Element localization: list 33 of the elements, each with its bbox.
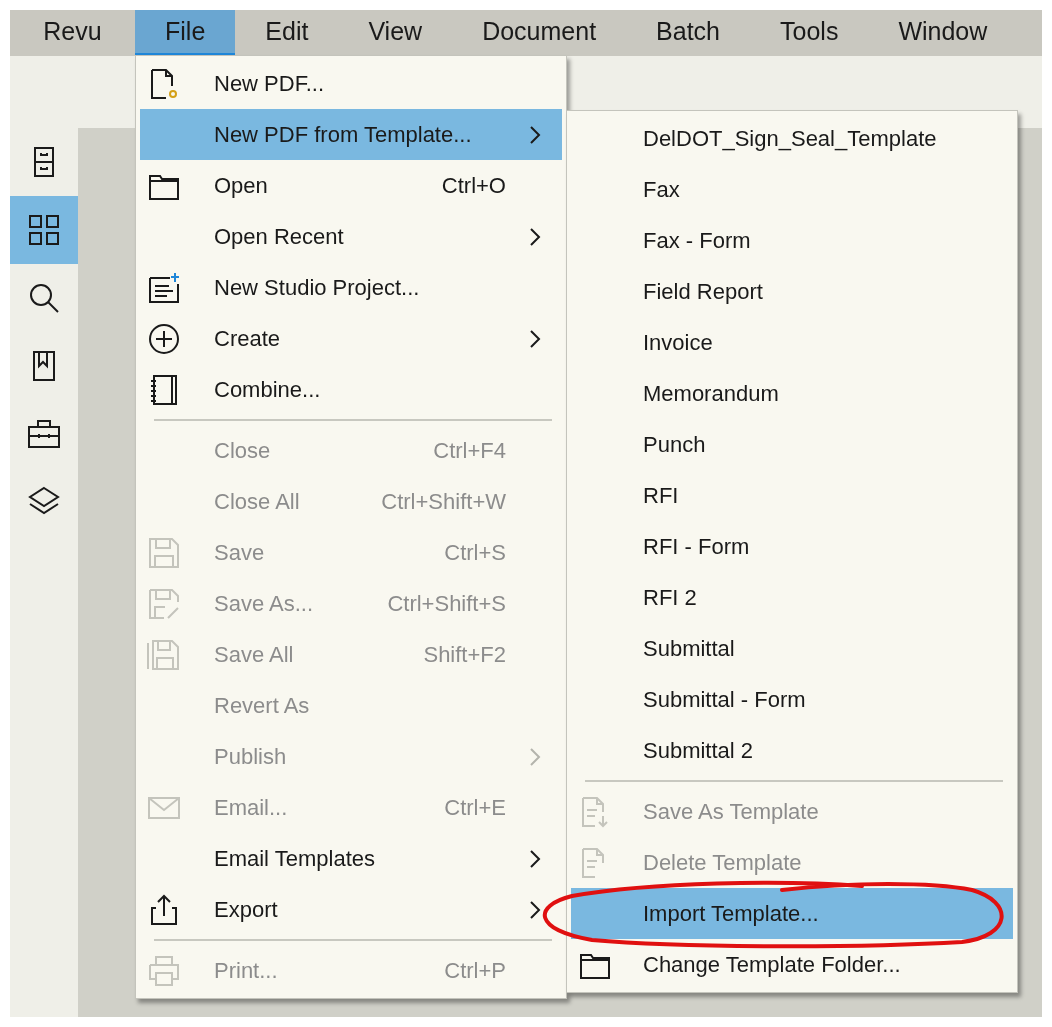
menu-item[interactable]: Submittal <box>571 623 1013 674</box>
menu-item[interactable]: Import Template... <box>571 888 1013 939</box>
menu-bar-item[interactable]: Document <box>452 10 627 56</box>
menu-item[interactable]: Field Report <box>571 266 1013 317</box>
menu-bar-item[interactable]: Window <box>868 10 1018 56</box>
menu-item[interactable]: Fax <box>571 164 1013 215</box>
menu-bar-item[interactable]: Edit <box>235 10 339 56</box>
menu-item[interactable]: Email Templates <box>140 833 562 884</box>
menu-bar-item[interactable]: File <box>135 10 236 56</box>
menu-item[interactable]: New Studio Project... <box>140 262 562 313</box>
menu-item[interactable]: Combine... <box>140 364 562 415</box>
menu-item[interactable]: Export <box>140 884 562 935</box>
menu-item[interactable]: Open Recent <box>140 211 562 262</box>
menu-item[interactable]: Create <box>140 313 562 364</box>
grid-icon <box>26 212 62 248</box>
menu-item[interactable]: RFI 2 <box>571 572 1013 623</box>
menu-item[interactable]: Fax - Form <box>571 215 1013 266</box>
menu-item[interactable]: Invoice <box>571 317 1013 368</box>
menu-item[interactable]: Submittal - Form <box>571 674 1013 725</box>
menu-item[interactable]: New PDF from Template... <box>140 109 562 160</box>
menu-item[interactable]: Punch <box>571 419 1013 470</box>
menu-item[interactable]: Submittal 2 <box>571 725 1013 776</box>
menu-item[interactable]: Memorandum <box>571 368 1013 419</box>
menu-item[interactable]: Open Ctrl+O <box>140 160 562 211</box>
menu-bar-item[interactable]: Revu <box>10 10 135 56</box>
menu-bar-item[interactable]: View <box>338 10 453 56</box>
menu-item[interactable]: RFI <box>571 470 1013 521</box>
menu-bar-item[interactable]: Tools <box>750 10 869 56</box>
menu-item[interactable]: RFI - Form <box>571 521 1013 572</box>
sidebar-button[interactable] <box>10 196 78 264</box>
menu-item[interactable]: Change Template Folder... <box>571 939 1013 990</box>
menu-item[interactable]: DelDOT_Sign_Seal_Template <box>571 113 1013 164</box>
menu-bar-item[interactable]: Batch <box>626 10 751 56</box>
